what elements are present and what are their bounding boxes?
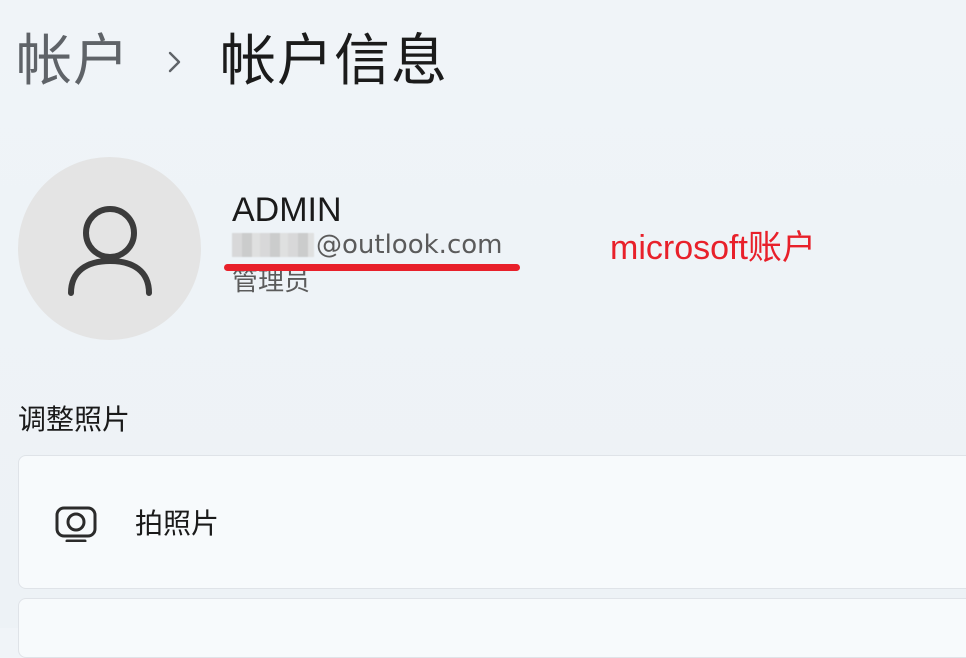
section-title-adjust-photo: 调整照片 bbox=[18, 403, 131, 436]
take-photo-card[interactable]: 拍照片 bbox=[18, 455, 966, 589]
email-redaction-mask bbox=[232, 233, 314, 257]
annotation-underline bbox=[224, 264, 520, 271]
account-info: ADMIN @outlook.com 管理员 bbox=[232, 190, 502, 300]
avatar bbox=[18, 157, 201, 340]
take-photo-label: 拍照片 bbox=[135, 507, 220, 540]
chevron-right-icon bbox=[130, 49, 220, 75]
page-title: 帐户信息 bbox=[220, 29, 448, 94]
breadcrumb: 帐户 帐户信息 bbox=[16, 22, 448, 102]
breadcrumb-parent-accounts[interactable]: 帐户 bbox=[16, 34, 130, 90]
camera-icon bbox=[55, 506, 97, 543]
browse-files-card[interactable] bbox=[18, 598, 966, 658]
user-icon bbox=[67, 205, 152, 296]
account-email: @outlook.com bbox=[232, 230, 502, 260]
account-name: ADMIN bbox=[232, 191, 342, 229]
account-email-domain: @outlook.com bbox=[316, 230, 503, 260]
annotation-label: microsoft账户 bbox=[610, 229, 816, 267]
